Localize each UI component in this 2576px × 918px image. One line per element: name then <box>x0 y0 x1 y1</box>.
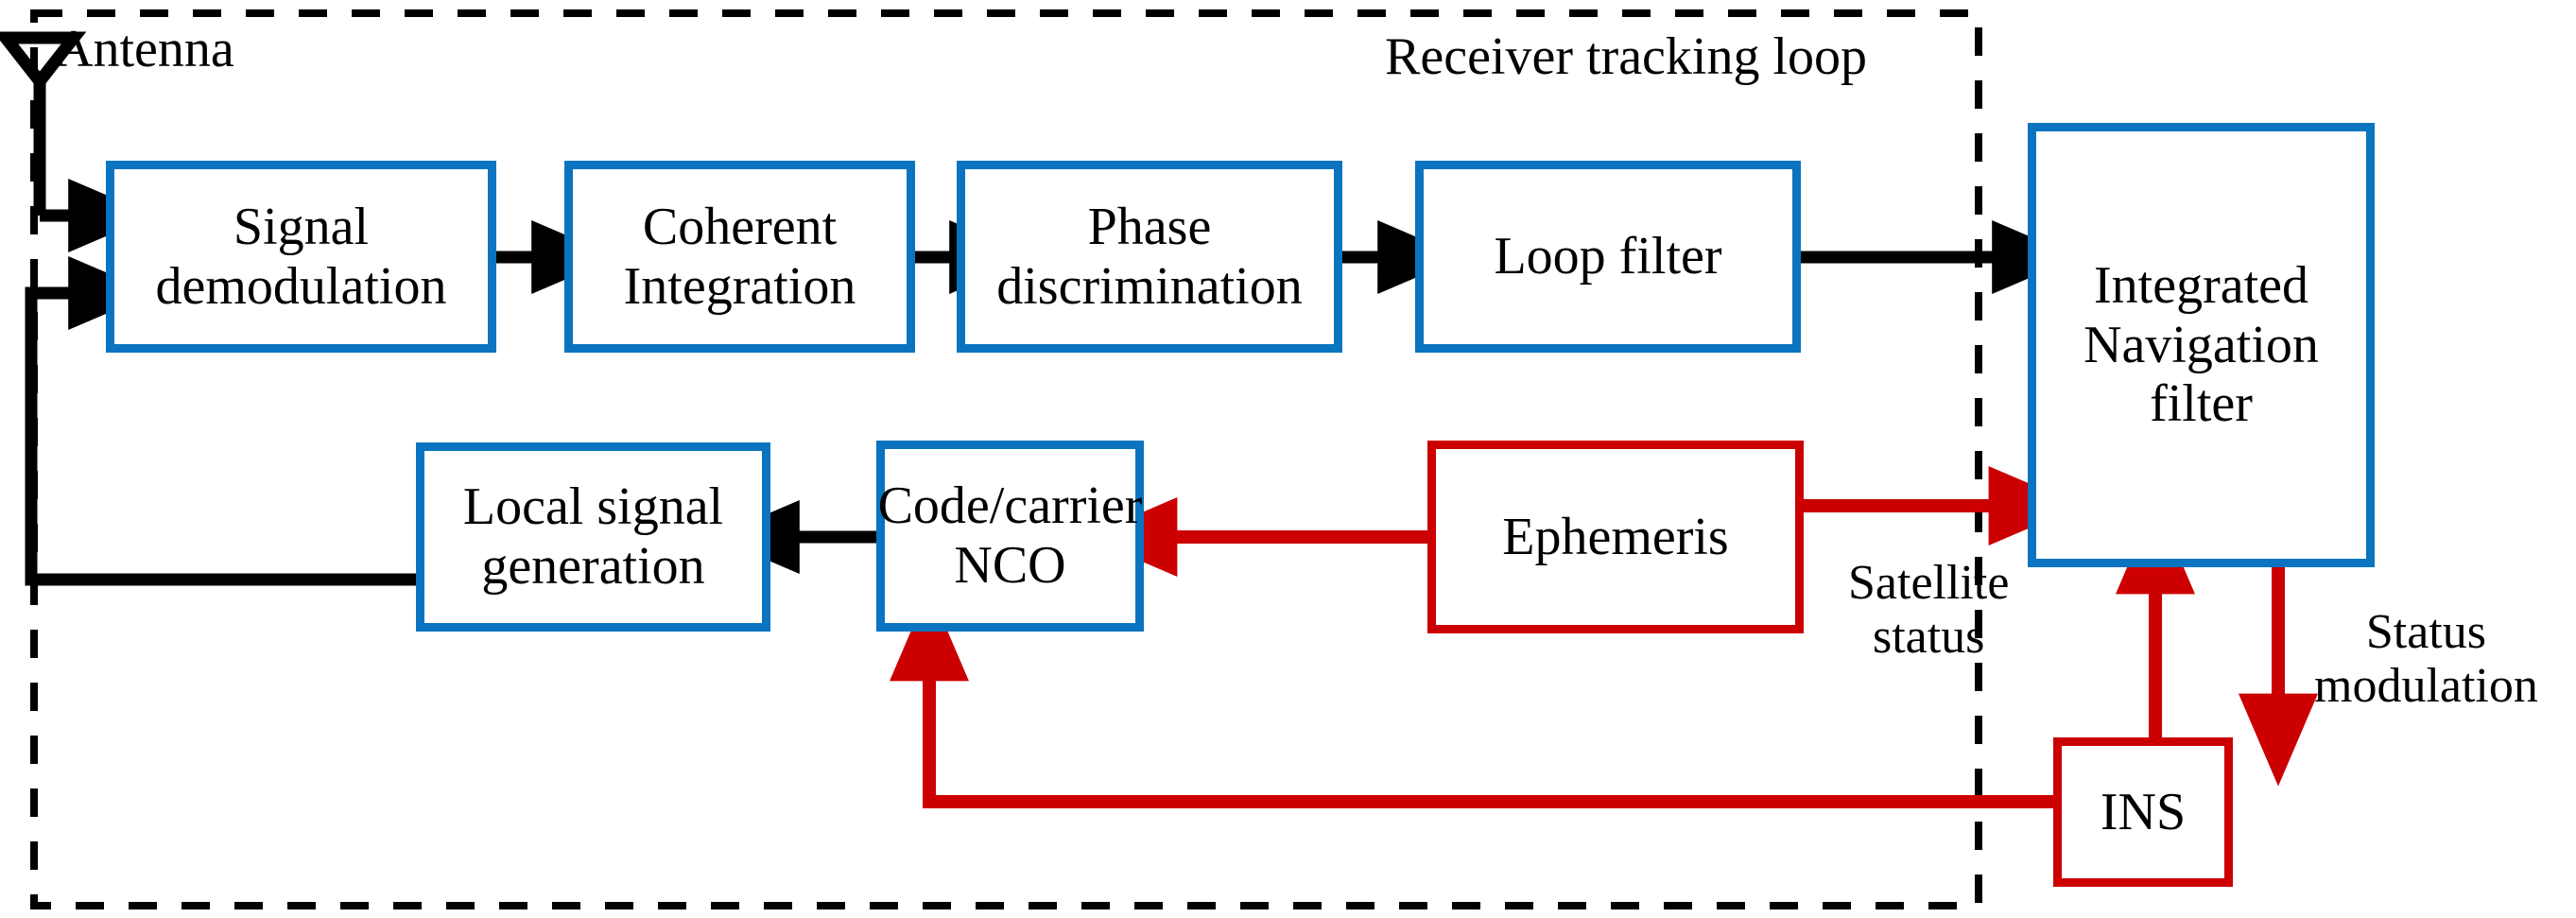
block-code-carrier-nco[interactable]: Code/carrier NCO <box>876 441 1144 632</box>
block-label: Local signal generation <box>462 477 724 596</box>
block-label: Loop filter <box>1494 227 1722 286</box>
antenna-label: Antenna <box>55 20 234 78</box>
block-phase-discrimination[interactable]: Phase discrimination <box>957 161 1342 353</box>
conn-ins-to-nco <box>890 588 2053 808</box>
block-coherent-integration[interactable]: Coherent Integration <box>564 161 915 353</box>
block-label: Code/carrier NCO <box>877 476 1143 595</box>
block-local-signal-generation[interactable]: Local signal generation <box>416 442 770 632</box>
block-ephemeris[interactable]: Ephemeris <box>1427 441 1804 633</box>
block-label: INS <box>2100 782 2187 841</box>
receiver-tracking-loop-label: Receiver tracking loop <box>1385 27 1868 86</box>
block-signal-demodulation[interactable]: Signal demodulation <box>106 161 496 353</box>
block-label: Phase discrimination <box>996 197 1303 316</box>
block-label: Signal demodulation <box>155 197 447 316</box>
block-diagram: Signal demodulation Coherent Integration… <box>0 0 2576 918</box>
block-integrated-navigation-filter[interactable]: Integrated Navigation filter <box>2028 123 2375 567</box>
block-label: Ephemeris <box>1502 507 1729 566</box>
satellite-status-label: Satellite status <box>1848 556 2010 665</box>
block-ins[interactable]: INS <box>2053 737 2233 887</box>
block-loop-filter[interactable]: Loop filter <box>1415 161 1801 353</box>
block-label: Coherent Integration <box>623 197 856 316</box>
status-modulation-label: Status modulation <box>2314 605 2538 714</box>
block-label: Integrated Navigation filter <box>2083 255 2319 434</box>
